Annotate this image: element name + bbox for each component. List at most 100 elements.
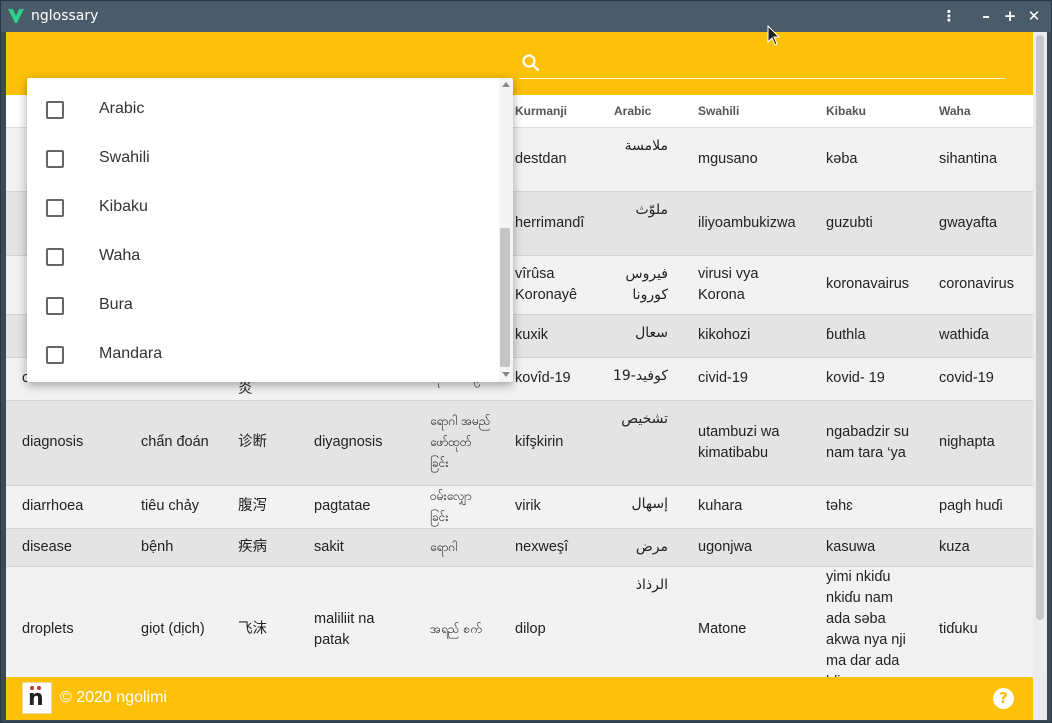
ngolimi-logo: n <box>22 682 52 714</box>
table-cell: coronavirus <box>923 255 1033 315</box>
table-cell: kikohozi <box>682 314 810 358</box>
search-input[interactable] <box>519 78 1005 79</box>
window-title: nglossary <box>31 8 99 24</box>
table-cell: كوفيد-19 <box>598 357 682 401</box>
table-cell: ugonjwa <box>682 528 810 567</box>
dropdown-option-bura[interactable]: Bura <box>27 278 499 326</box>
help-icon[interactable]: ? <box>993 688 1014 709</box>
title-bar[interactable]: nglossary ⋮ – + ✕ <box>1 1 1051 32</box>
dropdown-scrollbar-thumb[interactable] <box>500 228 510 367</box>
table-cell: vîrûsa Koronayê <box>499 255 598 315</box>
table-cell: covid-19 <box>923 357 1033 401</box>
table-cell: iliyoambukizwa <box>682 191 810 256</box>
option-label: Swahili <box>99 149 150 166</box>
table-cell: sihantina <box>923 127 1033 192</box>
column-header-arabic[interactable]: Arabic <box>598 95 682 128</box>
column-header-kibaku[interactable]: Kibaku <box>810 95 923 128</box>
table-cell: tiêu chảy <box>125 485 222 529</box>
kebab-menu-icon[interactable]: ⋮ <box>940 7 958 25</box>
table-row[interactable]: diarrhoea tiêu chảy 腹泻 pagtatae ဝမ်းလျှော ခြ… <box>6 485 1033 529</box>
option-label: Mandara <box>99 345 163 362</box>
table-cell: kovîd-19 <box>499 357 598 401</box>
table-cell: civid-19 <box>682 357 810 401</box>
table-cell: kuxik <box>499 314 598 358</box>
minimize-icon[interactable]: – <box>977 7 995 25</box>
table-row[interactable]: disease bệnh 疾病 sakit ရောဂါ nexweşî مرض ugonjwa… <box>6 528 1033 567</box>
checkbox[interactable] <box>46 101 64 119</box>
option-label: Waha <box>99 247 141 264</box>
option-label: Kibaku <box>99 198 148 215</box>
table-cell: guzubti <box>810 191 923 256</box>
checkbox[interactable] <box>46 297 64 315</box>
app-content: Kurmanji Arabic Swahili Kibaku Waha dest… <box>6 32 1047 720</box>
table-cell: virusi vya Korona <box>682 255 810 315</box>
column-header-swahili[interactable]: Swahili <box>682 95 810 128</box>
dropdown-option-arabic[interactable]: Arabic <box>27 82 499 130</box>
table-scrollbar[interactable] <box>1033 32 1047 677</box>
table-cell: wathiɗa <box>923 314 1033 358</box>
maximize-icon[interactable]: + <box>1001 7 1019 25</box>
dropdown-option-mandara[interactable]: Mandara <box>27 327 499 375</box>
table-row[interactable]: droplets giọt (dịch) 飞沫 maliliit na patak အရ… <box>6 566 1033 677</box>
dropdown-option-swahili[interactable]: Swahili <box>27 131 499 179</box>
scroll-down-icon[interactable] <box>502 372 510 377</box>
table-cell: kuhara <box>682 485 810 529</box>
table-cell: 疾病 <box>222 528 298 567</box>
scrollbar-thumb[interactable] <box>1036 35 1044 620</box>
table-cell: chẩn đoán <box>125 400 222 486</box>
table-cell: ရောဂါ အမည် ဖော်ထုတ် ခြင်း <box>414 400 499 486</box>
scroll-up-icon[interactable] <box>502 82 510 87</box>
app-window: nglossary ⋮ – + ✕ Kurmanji Arabic Swahil… <box>0 0 1052 723</box>
table-cell: koronavairus <box>810 255 923 315</box>
table-cell: disease <box>6 528 125 567</box>
table-cell: 飞沫 <box>222 566 298 677</box>
table-cell: sakit <box>298 528 414 567</box>
table-cell: bệnh <box>125 528 222 567</box>
checkbox[interactable] <box>46 199 64 217</box>
table-cell: nexweşî <box>499 528 598 567</box>
option-label: Bura <box>99 296 133 313</box>
table-cell: إسهال <box>598 485 682 529</box>
table-cell: virik <box>499 485 598 529</box>
table-cell: diagnosis <box>6 400 125 486</box>
table-cell: mgusano <box>682 127 810 192</box>
mouse-cursor-icon <box>767 25 781 46</box>
table-cell: giọt (dịch) <box>125 566 222 677</box>
table-cell: maliliit na patak <box>298 566 414 677</box>
checkbox[interactable] <box>46 346 64 364</box>
table-cell: فيروس كورونا <box>598 255 682 315</box>
column-header-kurmanji[interactable]: Kurmanji <box>499 95 598 128</box>
table-row[interactable]: diagnosis chẩn đoán 诊断 diyagnosis ရောဂါ အမည်… <box>6 400 1033 486</box>
table-cell: destdan <box>499 127 598 192</box>
table-cell: Matone <box>682 566 810 677</box>
search-icon[interactable] <box>521 53 541 73</box>
dropdown-scrollbar[interactable] <box>499 78 513 382</box>
table-cell: 腹泻 <box>222 485 298 529</box>
table-cell: pagh huɗi <box>923 485 1033 529</box>
copyright-text: © 2020 ngolimi <box>60 689 167 706</box>
table-cell: kasuwa <box>810 528 923 567</box>
table-cell: nighapta <box>923 400 1033 486</box>
table-cell: yimi nkiɗu nkiɗu nam ada səba akwa nya n… <box>810 566 923 677</box>
checkbox[interactable] <box>46 248 64 266</box>
table-cell: ဝမ်းလျှော ခြင်း <box>414 485 499 529</box>
table-cell: pagtatae <box>298 485 414 529</box>
dropdown-option-kibaku[interactable]: Kibaku <box>27 180 499 228</box>
close-icon[interactable]: ✕ <box>1025 7 1043 25</box>
column-header-waha[interactable]: Waha <box>923 95 1033 128</box>
table-cell: ngabadzir su nam tara ‘ya <box>810 400 923 486</box>
dropdown-option-waha[interactable]: Waha <box>27 229 499 277</box>
table-cell: təhɛ <box>810 485 923 529</box>
table-cell: herrimandî <box>499 191 598 256</box>
table-cell: تشخيص <box>598 400 682 486</box>
table-cell: سعال <box>598 314 682 358</box>
checkbox[interactable] <box>46 150 64 168</box>
table-cell: utambuzi wa kimatibabu <box>682 400 810 486</box>
table-cell: tiɗuku <box>923 566 1033 677</box>
option-label: Arabic <box>99 100 145 117</box>
table-cell: ملامسة <box>598 127 682 192</box>
table-cell: ရောဂါ <box>414 528 499 567</box>
table-cell: diarrhoea <box>6 485 125 529</box>
app-logo-icon <box>8 9 24 23</box>
table-cell: gwayafta <box>923 191 1033 256</box>
